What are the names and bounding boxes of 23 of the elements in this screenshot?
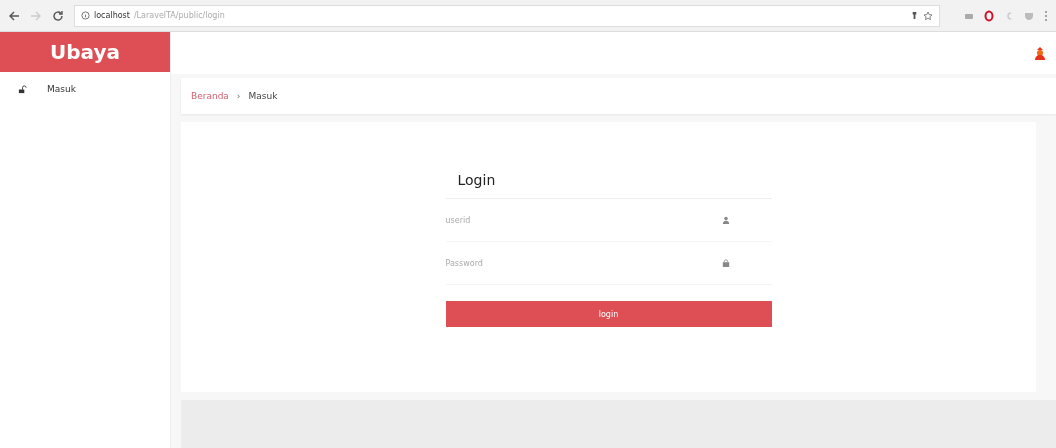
- back-icon[interactable]: [8, 9, 20, 22]
- breadcrumb-link[interactable]: Beranda: [191, 91, 229, 101]
- input-field[interactable]: userid: [445, 211, 722, 229]
- lock-icon: [721, 259, 730, 267]
- login-button[interactable]: login: [445, 301, 772, 327]
- unlock-icon: [18, 84, 27, 94]
- key-icon[interactable]: [910, 11, 919, 20]
- user-icon: [721, 216, 730, 224]
- reload-icon[interactable]: [52, 9, 64, 22]
- brand-logo[interactable]: Ubaya: [0, 32, 170, 72]
- sidebar-item[interactable]: Masuk: [47, 84, 76, 94]
- login-title: Login: [445, 162, 772, 199]
- url-host: localhost: [94, 11, 130, 20]
- info-icon: [81, 11, 90, 20]
- menu-icon[interactable]: [1044, 9, 1048, 22]
- opera-icon[interactable]: [984, 9, 994, 22]
- address-bar[interactable]: localhost /LaravelTA/public/login: [74, 4, 940, 27]
- user-avatar-icon[interactable]: [1034, 46, 1046, 60]
- breadcrumb-current: Masuk: [248, 91, 278, 101]
- breadcrumb-separator: ›: [236, 91, 241, 101]
- url-path: /LaravelTA/public/login: [133, 11, 225, 20]
- star-icon[interactable]: [923, 10, 933, 21]
- input-field[interactable]: Password: [445, 254, 722, 272]
